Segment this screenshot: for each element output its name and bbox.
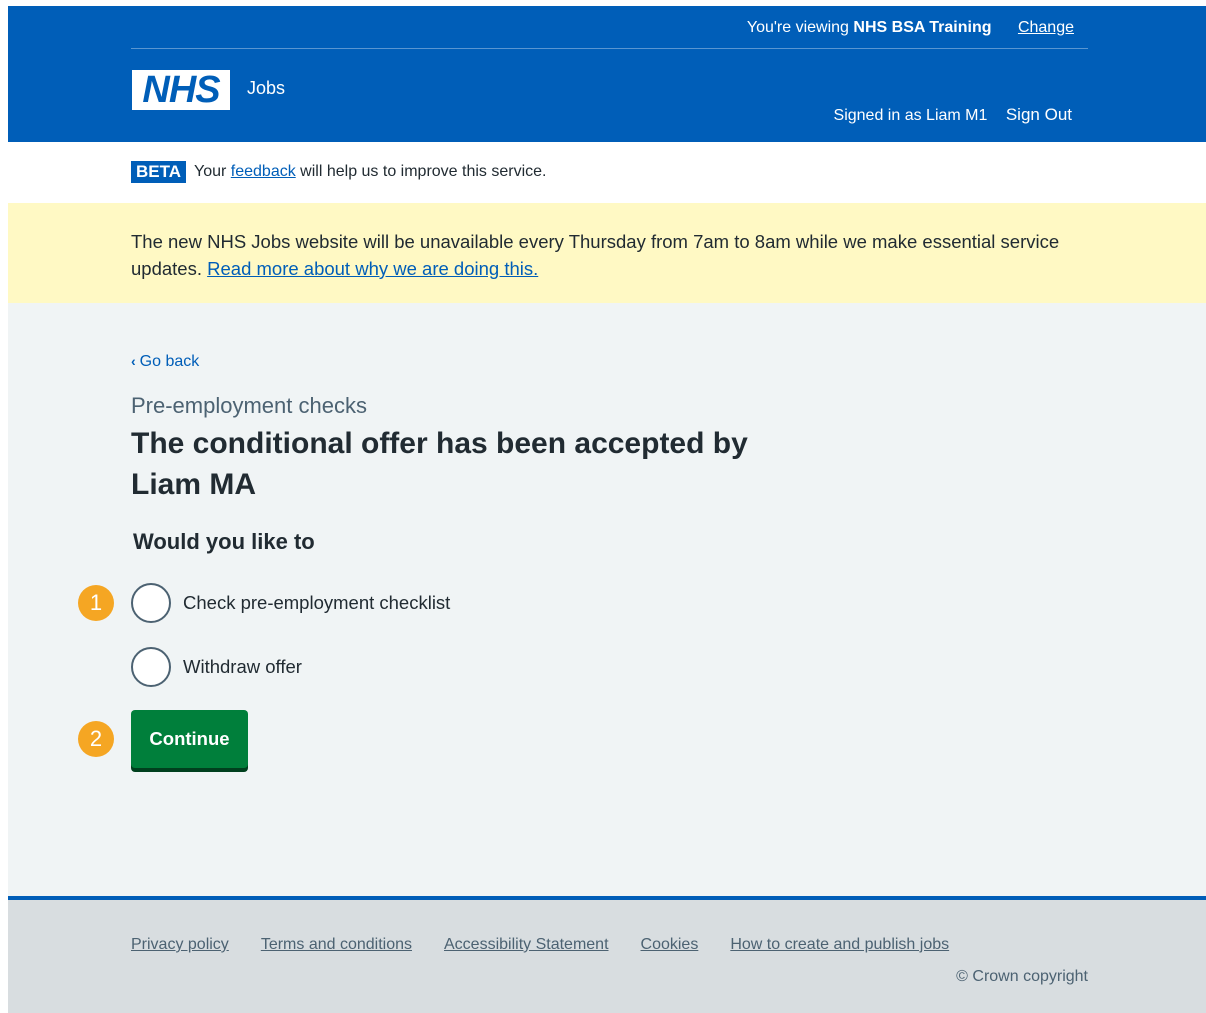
radio-label: Check pre-employment checklist <box>183 592 451 613</box>
footer-link-accessibility[interactable]: Accessibility Statement <box>444 936 609 954</box>
beta-message: Your feedback will help us to improve th… <box>194 163 546 181</box>
radio-check-checklist[interactable]: Check pre-employment checklist <box>131 583 450 623</box>
continue-button[interactable]: Continue <box>131 710 248 768</box>
footer-link-terms[interactable]: Terms and conditions <box>261 936 412 954</box>
header-divider <box>131 48 1088 49</box>
sign-out-link[interactable]: Sign Out <box>1006 105 1072 124</box>
radio-circle[interactable] <box>131 647 171 687</box>
feedback-link[interactable]: feedback <box>231 163 296 180</box>
organisation-viewing: You're viewing NHS BSA Training Change <box>747 18 1074 38</box>
radio-label: Withdraw offer <box>183 656 302 677</box>
footer-link-privacy[interactable]: Privacy policy <box>131 936 229 954</box>
copyright-notice: © Crown copyright <box>956 968 1088 985</box>
radio-circle[interactable] <box>131 583 171 623</box>
site-header: You're viewing NHS BSA Training Change N… <box>8 6 1206 142</box>
main-content: ‹ Go back Pre-employment checks The condi… <box>8 303 1206 896</box>
go-back-label: Go back <box>139 353 200 370</box>
chevron-left-icon: ‹ <box>131 353 136 369</box>
notice-link[interactable]: Read more about why we are doing this. <box>207 258 538 279</box>
signed-in-text: Signed in as Liam M1 <box>833 107 988 124</box>
organisation-name: NHS BSA Training <box>853 19 992 36</box>
footer-link-how-to[interactable]: How to create and publish jobs <box>730 936 949 954</box>
nhs-logo[interactable]: NHS <box>132 70 230 110</box>
beta-tag: BETA <box>131 161 187 183</box>
service-name[interactable]: Jobs <box>247 78 285 99</box>
beta-banner: BETA Your feedback will help us to impro… <box>8 142 1206 203</box>
radio-withdraw-offer[interactable]: Withdraw offer <box>131 647 302 687</box>
callout-badge-1: 1 <box>78 585 114 621</box>
page-caption: Pre-employment checks <box>131 393 367 418</box>
viewing-prefix: You're viewing <box>746 19 849 36</box>
change-organisation-link[interactable]: Change <box>1018 19 1074 36</box>
account-area: Signed in as Liam M1 Sign Out <box>834 105 1072 125</box>
go-back-link[interactable]: ‹ Go back <box>131 353 199 371</box>
callout-badge-2: 2 <box>78 721 114 757</box>
beta-text-after: will help us to improve this service. <box>300 163 547 180</box>
footer-link-cookies[interactable]: Cookies <box>641 936 699 954</box>
beta-text-before: Your <box>194 163 227 180</box>
footer-links: Privacy policy Terms and conditions Acce… <box>131 936 949 954</box>
site-footer: Privacy policy Terms and conditions Acce… <box>8 896 1206 1013</box>
question-legend: Would you like to <box>133 529 315 554</box>
service-notice-banner: The new NHS Jobs website will be unavail… <box>8 203 1206 303</box>
notice-message: The new NHS Jobs website will be unavail… <box>131 228 1081 282</box>
page-title: The conditional offer has been accepted … <box>131 427 748 501</box>
